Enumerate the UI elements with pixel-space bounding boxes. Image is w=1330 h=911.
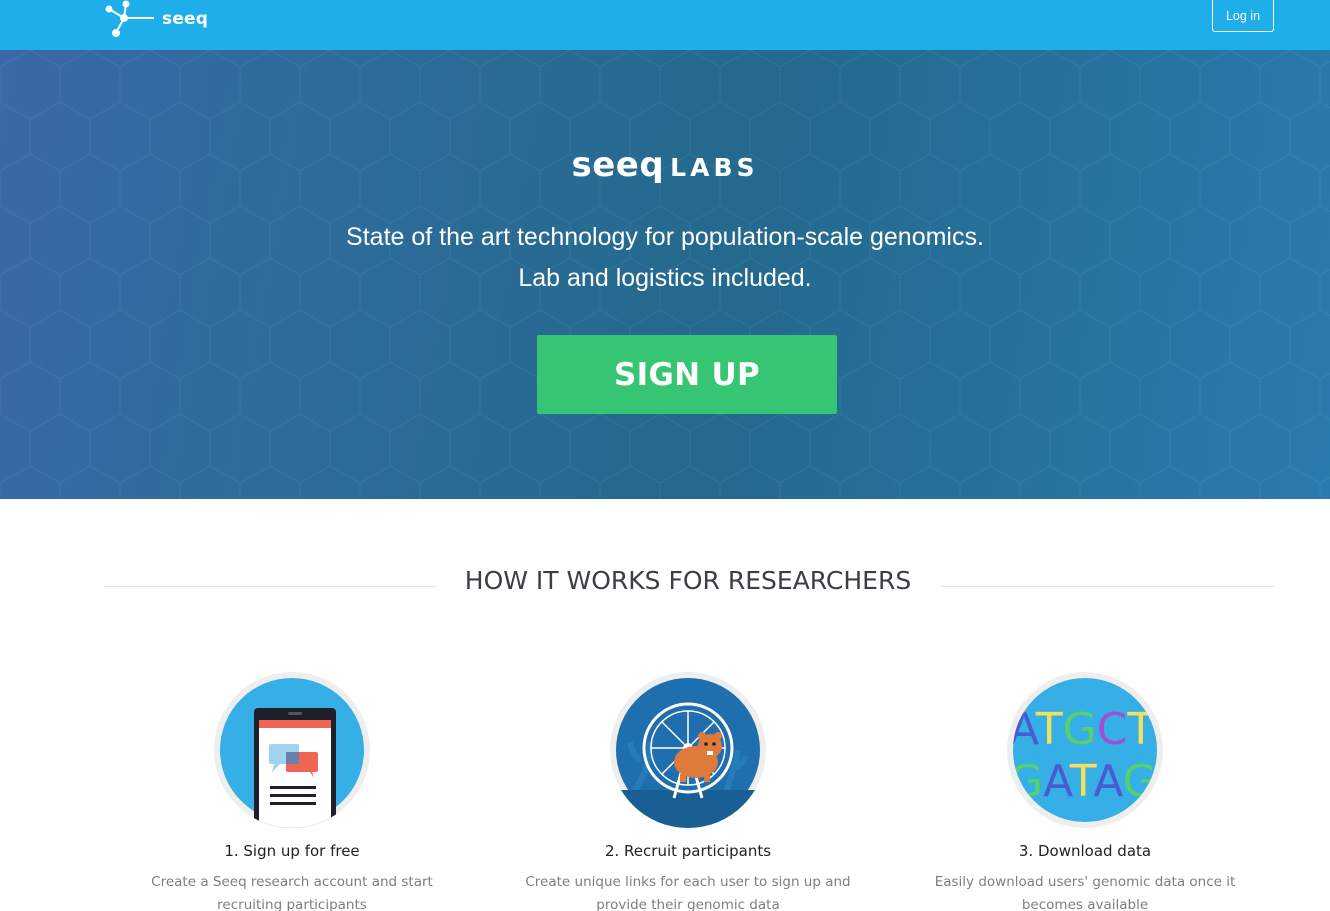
step-sign-up: 1. Sign up for free Create a Seeq resear… — [112, 672, 472, 911]
brand-name: seeq — [162, 8, 209, 29]
step-download: ATGCT GATAG 3. Download data Easily down… — [905, 672, 1265, 911]
step-2-illustration — [610, 672, 766, 828]
step-1-title: 1. Sign up for free — [224, 842, 360, 860]
step-2-title: 2. Recruit participants — [604, 842, 772, 860]
step-3-title: 3. Download data — [1018, 842, 1152, 860]
step-2-description: Create unique links for each user to sig… — [525, 874, 851, 911]
phone-chat-icon — [220, 678, 364, 828]
sign-up-button[interactable]: SIGN UP — [537, 335, 837, 414]
step-recruit: 2. Recruit participants Create unique li… — [508, 672, 868, 911]
seeq-labs-logo: seeq LABS — [0, 145, 1330, 185]
login-button[interactable]: Log in — [1212, 0, 1274, 32]
brand-logo-link[interactable]: seeq — [104, 0, 208, 40]
hero-section: seeq LABS State of the art technology for… — [0, 50, 1330, 499]
svg-text:ATGCT: ATGCT — [1009, 704, 1154, 755]
step-3-illustration: ATGCT GATAG — [1007, 672, 1163, 828]
svg-text:GATAG: GATAG — [1009, 756, 1157, 807]
how-it-works-heading: HOW IT WORKS FOR RESEARCHERS — [464, 566, 912, 595]
logo-labs-text: LABS — [670, 153, 759, 182]
step-3-description: Easily download users' genomic data once… — [934, 874, 1236, 911]
hero-tagline: State of the art technology for populati… — [0, 217, 1330, 299]
top-navbar: seeq Log in — [0, 0, 1330, 50]
seeq-logo-icon — [105, 0, 154, 37]
hamster-wheel-icon — [616, 678, 760, 828]
step-1-description: Create a Seeq research account and start… — [151, 874, 433, 911]
step-1-illustration — [214, 672, 370, 828]
tagline-line-2: Lab and logistics included. — [518, 264, 812, 292]
logo-seeq-text: seeq — [571, 145, 665, 185]
dna-letters-icon: ATGCT GATAG — [1009, 678, 1157, 822]
tagline-line-1: State of the art technology for populati… — [346, 223, 984, 251]
